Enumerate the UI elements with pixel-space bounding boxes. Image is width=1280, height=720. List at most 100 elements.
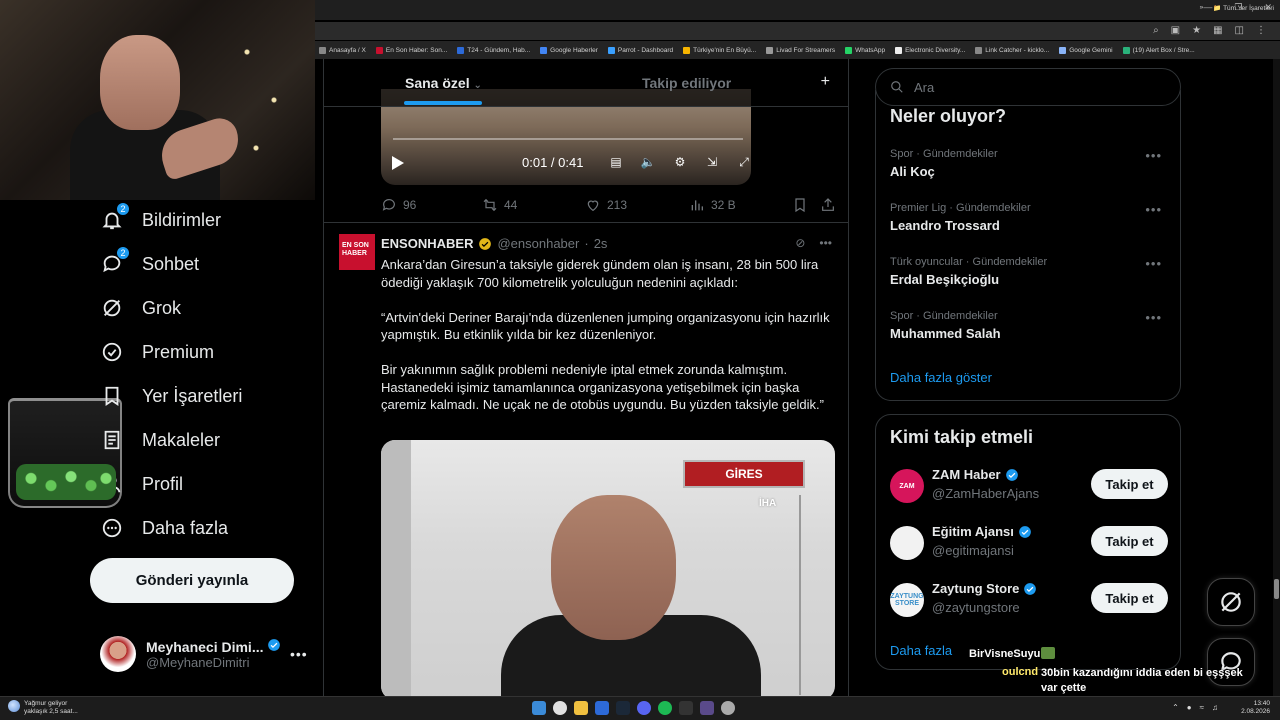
follow-button[interactable]: Takip et [1091, 469, 1168, 499]
scrollbar[interactable] [1273, 59, 1280, 696]
video-progress-bar[interactable] [393, 138, 743, 140]
tweet-author-handle[interactable]: @ensonhaber [497, 236, 579, 251]
follow-name[interactable]: Eğitim Ajansı [932, 524, 1014, 539]
avatar[interactable]: ZAM [890, 469, 924, 503]
nav-item-daha-fazla[interactable]: Daha fazla [100, 516, 228, 540]
bookmark-item[interactable]: Electronic Diversity... [895, 46, 965, 54]
follow-suggestion[interactable]: ZAM ZAM Haber @ZamHaberAjans Takip et [890, 467, 1170, 507]
repost-button[interactable]: 44 [482, 197, 517, 213]
steam-icon[interactable] [616, 701, 630, 715]
more-icon[interactable]: ••• [1145, 148, 1162, 163]
bookmark-item[interactable]: Google Gemini [1059, 46, 1113, 54]
nav-item-grok[interactable]: Grok [100, 296, 181, 320]
bookmark-item[interactable]: Parrot - Dashboard [607, 46, 673, 54]
address-bar[interactable]: ⌕ ▣ ★ ▦ ◫ ⋮ [315, 22, 1280, 40]
bookmark-item[interactable]: Anasayfa / X [319, 46, 366, 54]
system-tray: ⌃ ● ≈ ♫ [1172, 703, 1218, 712]
bookmark-item[interactable]: WhatsApp [845, 46, 885, 54]
more-icon[interactable]: ••• [1145, 310, 1162, 325]
file-explorer-icon[interactable] [574, 701, 588, 715]
bookmark-item[interactable]: Türkiye'nin En Büyü... [683, 46, 756, 54]
pip-icon[interactable]: ⇲ [703, 153, 721, 171]
verified-badge-icon [1024, 582, 1037, 595]
sidepanel-icon[interactable]: ◫ [1235, 25, 1244, 36]
nav-item-bildirimler[interactable]: 2 Bildirimler [100, 202, 221, 232]
menu-icon[interactable]: ⋮ [1256, 25, 1266, 36]
nav-item-sohbet[interactable]: 2 Sohbet [100, 246, 199, 276]
grok-icon[interactable]: ⊘ [795, 236, 805, 250]
volume-icon[interactable]: 🔈 [639, 153, 657, 171]
epic-games-icon[interactable] [679, 701, 693, 715]
tab-following[interactable]: Takip ediliyor [642, 75, 731, 91]
trend-item[interactable]: Türk oyuncular · Gündemdekiler Erdal Beşi… [890, 256, 1170, 287]
bookmarks-more[interactable]: » [1200, 4, 1204, 12]
bookmark-item[interactable]: Livad For Streamers [766, 46, 835, 54]
trend-item[interactable]: Spor · Gündemdekiler Ali Koç ••• [890, 148, 1170, 179]
more-icon[interactable]: ••• [1145, 256, 1162, 271]
zoom-icon[interactable]: ⌕ [1153, 25, 1159, 36]
clock[interactable]: 13:40 2.08.2026 [1241, 700, 1270, 716]
tweet-avatar[interactable]: EN SON HABER [339, 234, 375, 270]
profile-name: Meyhaneci Dimi... [146, 639, 264, 655]
app-icon[interactable] [595, 701, 609, 715]
volume-icon[interactable]: ♫ [1212, 703, 1218, 712]
account-switcher[interactable]: Meyhaneci Dimi... @MeyhaneDimitri [100, 636, 281, 672]
streamer-head [100, 35, 180, 130]
search-box[interactable]: Ara [875, 68, 1181, 106]
like-button[interactable]: 213 [585, 197, 627, 213]
who-show-more[interactable]: Daha fazla [890, 643, 952, 658]
more-icon[interactable]: ••• [819, 236, 832, 250]
trend-item[interactable]: Spor · Gündemdekiler Muhammed Salah ••• [890, 310, 1170, 341]
bookmark-item[interactable]: (19) Alert Box / Stre... [1122, 46, 1195, 54]
tweet-time[interactable]: 2s [594, 236, 608, 251]
app-icon[interactable] [700, 701, 714, 715]
extensions-icon[interactable]: ▦ [1213, 25, 1222, 36]
settings-icon[interactable]: ⚙ [671, 153, 689, 171]
bookmark-item[interactable]: Google Haberler [540, 46, 598, 54]
captions-icon[interactable]: ▤ [607, 153, 625, 171]
bookmark-icon[interactable] [792, 197, 808, 213]
views-button[interactable]: 32 B [689, 197, 736, 213]
follow-name[interactable]: ZAM Haber [932, 467, 1001, 482]
all-bookmarks[interactable]: 📁 Tüm Yer İşaretleri [1213, 4, 1274, 12]
tweet-author-name[interactable]: ENSONHABER [381, 236, 473, 251]
nav-item-premium[interactable]: Premium [100, 340, 214, 364]
start-icon[interactable] [532, 701, 546, 715]
chevron-up-icon[interactable]: ⌃ [1172, 703, 1179, 712]
star-icon[interactable]: ★ [1192, 25, 1201, 36]
account-more-icon[interactable]: ••• [290, 646, 308, 662]
scrollbar-thumb[interactable] [1274, 579, 1279, 599]
chrome-icon[interactable] [553, 701, 567, 715]
follow-suggestion[interactable]: Eğitim Ajansı @egitimajansi Takip et [890, 524, 1170, 564]
play-icon[interactable] [391, 155, 405, 171]
avatar[interactable] [890, 526, 924, 560]
follow-suggestion[interactable]: ZAYTUNG STORE Zaytung Store @zaytungstore T… [890, 581, 1170, 621]
spotify-icon[interactable] [658, 701, 672, 715]
bookmark-item[interactable]: En Son Haber: Son... [375, 46, 447, 54]
tweet-media-video[interactable]: GİRES İHA [381, 440, 835, 696]
weather-widget[interactable]: Yağmur geliyor yaklaşık 2,5 saat... [8, 700, 78, 716]
post-button[interactable]: Gönderi yayınla [90, 558, 294, 603]
discord-icon[interactable] [637, 701, 651, 715]
more-icon[interactable]: ••• [1145, 202, 1162, 217]
share-icon[interactable] [820, 197, 836, 213]
follow-name[interactable]: Zaytung Store [932, 581, 1019, 596]
fullscreen-icon[interactable]: ⤢ [735, 153, 751, 171]
reply-button[interactable]: 96 [381, 197, 416, 213]
wifi-icon[interactable]: ≈ [1200, 703, 1204, 712]
tab-for-you[interactable]: Sana özel ⌄ [405, 75, 482, 91]
cast-icon[interactable]: ▣ [1171, 25, 1180, 36]
mic-icon[interactable]: ● [1187, 703, 1192, 712]
add-tab-icon[interactable]: + [821, 73, 830, 91]
app-icon[interactable] [721, 701, 735, 715]
grok-float-button[interactable] [1207, 578, 1255, 626]
bookmark-item[interactable]: T24 - Gündem, Hab... [457, 46, 530, 54]
trends-show-more[interactable]: Daha fazla göster [890, 370, 992, 385]
bookmark-item[interactable]: Link Catcher - kicklo... [975, 46, 1049, 54]
trend-item[interactable]: Premier Lig · Gündemdekiler Leandro Tross… [890, 202, 1170, 233]
avatar[interactable]: ZAYTUNG STORE [890, 583, 924, 617]
follow-button[interactable]: Takip et [1091, 526, 1168, 556]
follow-button[interactable]: Takip et [1091, 583, 1168, 613]
search-input[interactable]: Ara [914, 80, 934, 95]
verified-badge-icon [1019, 525, 1031, 538]
